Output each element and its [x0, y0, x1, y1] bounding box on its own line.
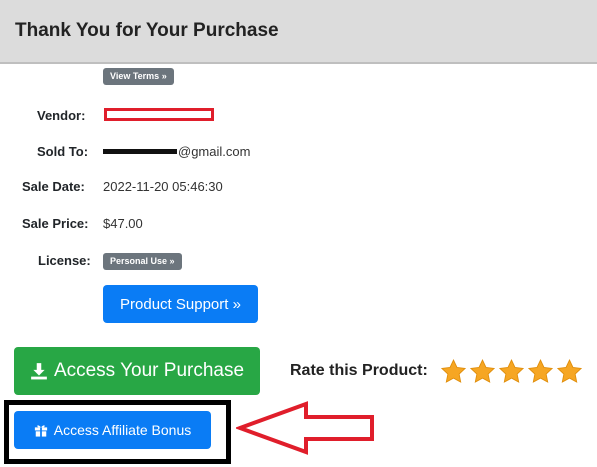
sold-to-label: Sold To: — [37, 144, 89, 159]
star-icon[interactable] — [469, 358, 496, 385]
sold-to-email-suffix: @gmail.com — [178, 144, 251, 159]
license-badge[interactable]: Personal Use » — [103, 253, 182, 270]
product-support-label: Product Support » — [120, 295, 241, 313]
access-purchase-button[interactable]: Access Your Purchase — [14, 347, 260, 395]
sale-date-value: 2022-11-20 05:46:30 — [103, 179, 223, 194]
email-redaction-bar — [103, 149, 177, 155]
gift-icon — [34, 425, 47, 437]
sale-date-label: Sale Date: — [22, 179, 85, 194]
vendor-redaction-box — [104, 108, 214, 121]
star-icon[interactable] — [527, 358, 554, 385]
sale-price-value: $47.00 — [103, 216, 143, 231]
vendor-label: Vendor: — [37, 108, 86, 123]
star-rating[interactable] — [440, 358, 583, 385]
annotation-arrow-icon — [236, 401, 374, 455]
star-icon[interactable] — [440, 358, 467, 385]
page-title: Thank You for Your Purchase — [15, 20, 279, 41]
affiliate-bonus-label: Access Affiliate Bonus — [53, 422, 192, 438]
product-support-button[interactable]: Product Support » — [103, 285, 258, 323]
view-terms-badge[interactable]: View Terms » — [103, 68, 174, 85]
sold-to-value: @gmail.com — [103, 144, 250, 159]
star-icon[interactable] — [498, 358, 525, 385]
access-affiliate-bonus-button[interactable]: Access Affiliate Bonus — [14, 411, 211, 449]
access-purchase-label: Access Your Purchase — [53, 360, 245, 381]
license-label: License: — [38, 253, 91, 268]
star-icon[interactable] — [556, 358, 583, 385]
rate-product-label: Rate this Product: — [290, 362, 428, 379]
page-header: Thank You for Your Purchase — [0, 0, 597, 64]
sale-price-label: Sale Price: — [22, 216, 89, 231]
download-icon — [31, 363, 47, 380]
